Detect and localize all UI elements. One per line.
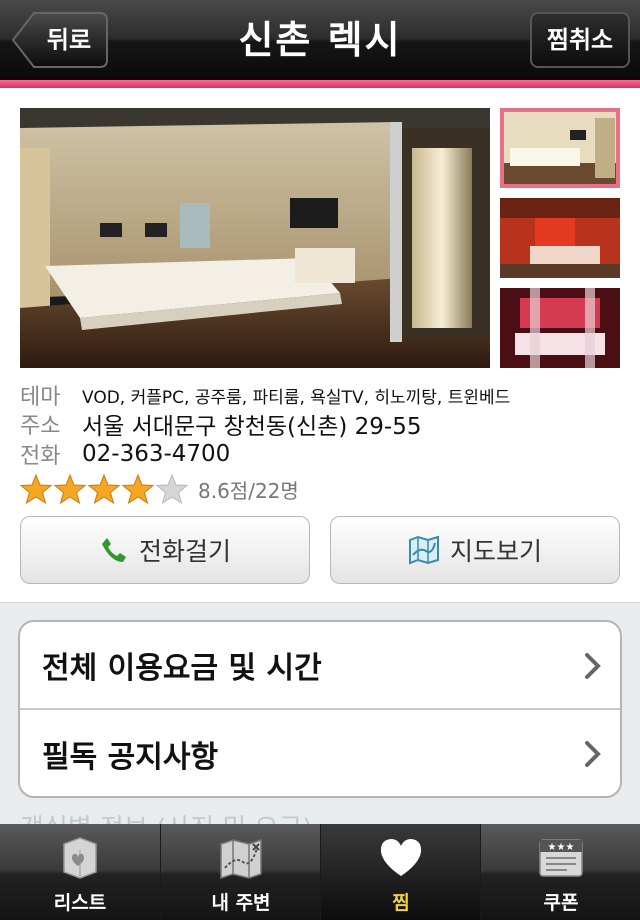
back-button-label: 뒤로	[46, 26, 92, 54]
tab-favorites-label: 찜	[392, 892, 410, 914]
tab-coupon[interactable]: ★★★ 쿠폰	[480, 824, 640, 920]
star-rating	[20, 473, 190, 505]
tab-coupon-label: 쿠폰	[543, 892, 579, 914]
star-filled-icon	[122, 473, 154, 505]
theme-label: 테마	[20, 385, 61, 410]
thumbnail-2[interactable]	[500, 198, 620, 278]
thumbnail-1[interactable]	[500, 108, 620, 188]
nav-bar: 신촌 렉시 뒤로 찜취소	[0, 0, 640, 80]
tab-nearby-label: 내 주변	[211, 892, 271, 914]
chevron-right-icon	[585, 653, 601, 679]
address-row: 주소 서울 서대문구 창천동(신촌) 29-55	[20, 409, 422, 440]
view-map-button[interactable]: 지도보기	[330, 516, 620, 584]
star-filled-icon	[88, 473, 120, 505]
phone-label: 전화	[20, 444, 61, 469]
address-label: 주소	[20, 414, 61, 439]
theme-value: VOD, 커플PC, 공주룸, 파티룸, 욕실TV, 히노끼탕, 트윈베드	[82, 387, 511, 408]
menu-item-notice[interactable]: 필독 공지사항	[20, 710, 620, 796]
view-map-label: 지도보기	[449, 537, 542, 566]
call-button-label: 전화걸기	[138, 537, 231, 566]
address-value: 서울 서대문구 창천동(신촌) 29-55	[82, 414, 422, 440]
star-filled-icon	[54, 473, 86, 505]
menu-item-pricing-label: 전체 이용요금 및 시간	[42, 651, 322, 686]
nav-accent-stripe	[0, 80, 640, 88]
star-filled-icon	[20, 473, 52, 505]
list-box-icon	[63, 837, 97, 879]
main-room-photo[interactable]	[20, 108, 490, 368]
map-icon	[220, 838, 262, 880]
tab-bar: 리스트 내 주변 찜 ★★★ 쿠폰	[0, 824, 640, 920]
tab-list[interactable]: 리스트	[0, 824, 160, 920]
tab-list-label: 리스트	[53, 892, 107, 914]
map-icon	[408, 535, 439, 565]
tab-favorites[interactable]: 찜	[320, 824, 480, 920]
phone-icon	[101, 538, 126, 562]
coupon-icon: ★★★	[539, 839, 583, 877]
unfavorite-button[interactable]: 찜취소	[530, 12, 630, 68]
chevron-right-icon	[585, 741, 601, 767]
menu-item-pricing[interactable]: 전체 이용요금 및 시간	[20, 622, 620, 710]
rating: 8.6점/22명	[20, 472, 299, 506]
tab-nearby[interactable]: 내 주변	[160, 824, 320, 920]
back-button[interactable]: 뒤로	[12, 12, 108, 68]
call-button[interactable]: 전화걸기	[20, 516, 310, 584]
thumbnail-3[interactable]	[500, 288, 620, 368]
star-empty-icon	[156, 473, 188, 505]
menu-item-notice-label: 필독 공지사항	[42, 740, 219, 775]
rating-text: 8.6점/22명	[198, 478, 299, 503]
theme-row: 테마 VOD, 커플PC, 공주룸, 파티룸, 욕실TV, 히노끼탕, 트윈베드	[20, 380, 510, 410]
heart-icon	[380, 839, 422, 876]
phone-row: 전화 02-363-4700	[20, 439, 230, 469]
menu-card: 전체 이용요금 및 시간 필독 공지사항	[18, 620, 622, 798]
svg-text:★★★: ★★★	[548, 842, 575, 853]
phone-value: 02-363-4700	[82, 441, 231, 467]
